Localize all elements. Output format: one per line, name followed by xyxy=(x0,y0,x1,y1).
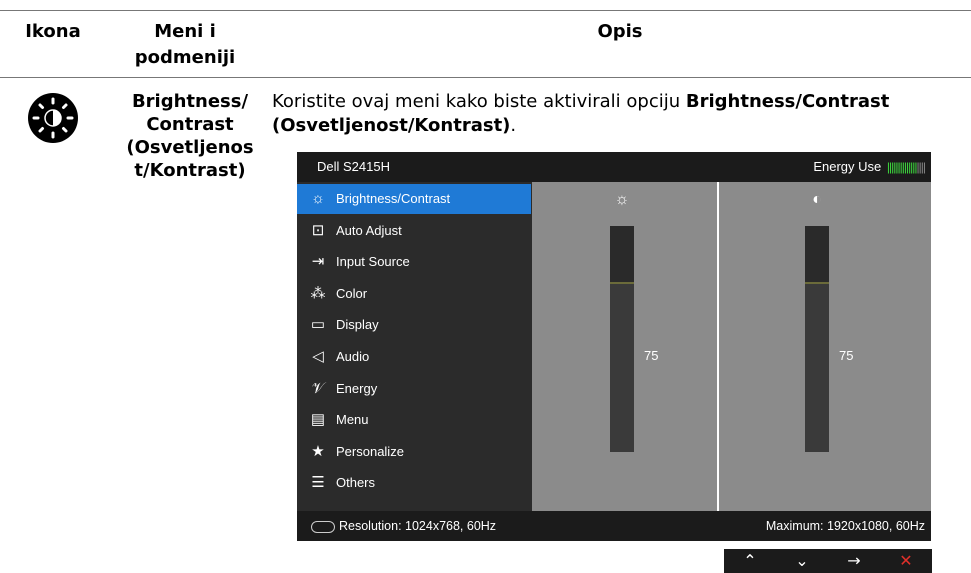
input-source-icon: ⇥ xyxy=(311,253,325,271)
menu-item-display[interactable]: ▭ Display xyxy=(297,310,531,340)
contrast-small-icon: ◐ xyxy=(812,191,822,208)
up-arrow-icon[interactable]: ⌃ xyxy=(724,549,776,573)
contrast-slider[interactable] xyxy=(805,226,829,452)
menu-item-auto-adjust[interactable]: ⊡ Auto Adjust xyxy=(297,216,531,246)
brightness-value: 75 xyxy=(644,348,659,363)
display-icon: ▭ xyxy=(310,316,326,334)
osd-screenshot: Dell S2415H Energy Use |||||||||||||||||… xyxy=(297,152,931,541)
table-top-rule xyxy=(0,10,971,11)
color-icon: ⁂ xyxy=(310,284,326,302)
description-prefix: Koristite ovaj meni kako biste aktiviral… xyxy=(272,91,686,112)
osd-title-bar: Dell S2415H Energy Use |||||||||||||||||… xyxy=(297,152,931,182)
menu-item-label: Menu xyxy=(336,412,369,428)
menu-item-label: Display xyxy=(336,317,379,333)
submenu-line-3: (Osvetljenos xyxy=(126,137,254,158)
menu-item-others[interactable]: ☰ Others xyxy=(297,468,531,498)
submenu-line-1: Brightness/ xyxy=(131,91,249,112)
energy-use-bars: |||||||||||||||||| xyxy=(886,160,926,174)
osd-model-name: Dell S2415H xyxy=(317,159,390,174)
audio-icon: ◁ xyxy=(312,348,324,365)
panel-divider xyxy=(717,182,719,511)
submenu-line-2: Contrast xyxy=(146,114,234,135)
menu-icon: ▤ xyxy=(310,411,326,429)
menu-item-label: Energy xyxy=(336,380,378,396)
resolution-icon xyxy=(311,521,335,533)
energy-use-label: Energy Use xyxy=(813,159,882,174)
brightness-icon xyxy=(28,93,78,143)
down-arrow-icon[interactable]: ⌄ xyxy=(776,549,828,573)
menu-item-label: Brightness/Contrast xyxy=(336,191,451,206)
table-header-rule xyxy=(0,77,971,78)
brightness-slider[interactable] xyxy=(610,226,634,452)
brightness-icon: ☼ xyxy=(311,190,325,207)
menu-item-menu[interactable]: ▤ Menu xyxy=(297,405,531,435)
resolution-text: Resolution: 1024x768, 60Hz xyxy=(339,519,497,533)
menu-item-label: Auto Adjust xyxy=(336,222,402,238)
header-icon: Ikona xyxy=(25,21,81,42)
header-menu-line1: Meni i xyxy=(154,21,216,42)
brightness-small-icon: ☼ xyxy=(614,191,630,208)
auto-adjust-icon: ⊡ xyxy=(311,221,325,239)
menu-item-input-source[interactable]: ⇥ Input Source xyxy=(297,247,531,277)
menu-item-audio[interactable]: ◁ Audio xyxy=(297,342,531,372)
menu-item-energy[interactable]: 𝒱 Energy xyxy=(297,374,531,404)
right-arrow-icon[interactable]: → xyxy=(828,549,880,573)
submenu-line-4: t/Kontrast) xyxy=(134,160,246,181)
close-icon[interactable]: ✕ xyxy=(880,549,932,573)
menu-item-label: Audio xyxy=(336,349,370,364)
menu-item-label: Input Source xyxy=(336,254,410,270)
contrast-value: 75 xyxy=(839,348,854,363)
menu-item-label: Color xyxy=(336,285,368,301)
description-suffix: . xyxy=(510,115,517,136)
header-desc: Opis xyxy=(597,21,643,42)
menu-item-brightness-contrast[interactable]: ☼ Brightness/Contrast xyxy=(297,184,531,214)
osd-nav-buttons: ⌃ ⌄ → ✕ xyxy=(724,549,932,573)
others-icon: ☰ xyxy=(311,474,325,492)
osd-status-bar: Resolution: 1024x768, 60Hz Maximum: 1920… xyxy=(297,511,931,541)
star-icon: ★ xyxy=(311,442,325,460)
menu-item-label: Personalize xyxy=(336,443,404,459)
menu-item-label: Others xyxy=(336,475,376,491)
maximum-resolution-text: Maximum: 1920x1080, 60Hz xyxy=(765,519,925,533)
description: Koristite ovaj meni kako biste aktiviral… xyxy=(272,90,962,138)
header-menu-line2: podmeniji xyxy=(134,47,236,68)
menu-item-color[interactable]: ⁂ Color xyxy=(297,279,531,309)
menu-item-personalize[interactable]: ★ Personalize xyxy=(297,437,531,467)
energy-icon: 𝒱 xyxy=(311,379,325,397)
energy-use-meter: Energy Use |||||||||||||||||| xyxy=(813,159,926,174)
osd-adjust-panel: ☼ ◐ 75 75 xyxy=(532,182,931,511)
